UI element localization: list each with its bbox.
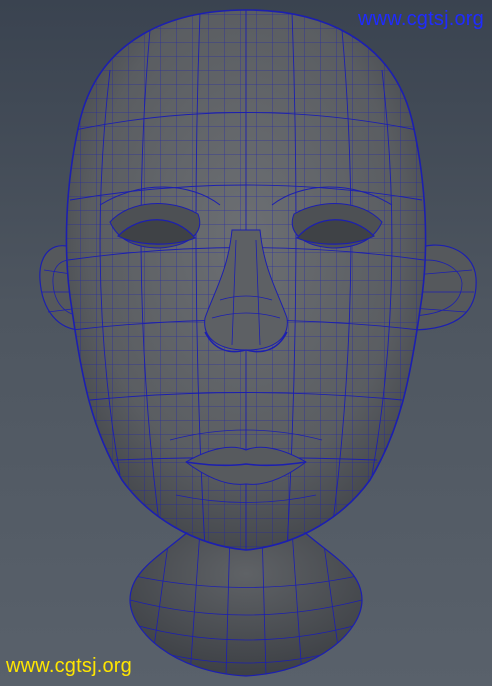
3d-viewport[interactable]: www.cgtsj.org www.cgtsj.org bbox=[0, 0, 492, 686]
neck-mesh bbox=[129, 529, 363, 677]
head-mesh-model[interactable] bbox=[0, 0, 492, 686]
watermark-top: www.cgtsj.org bbox=[358, 8, 484, 30]
watermark-bottom: www.cgtsj.org bbox=[6, 655, 132, 677]
